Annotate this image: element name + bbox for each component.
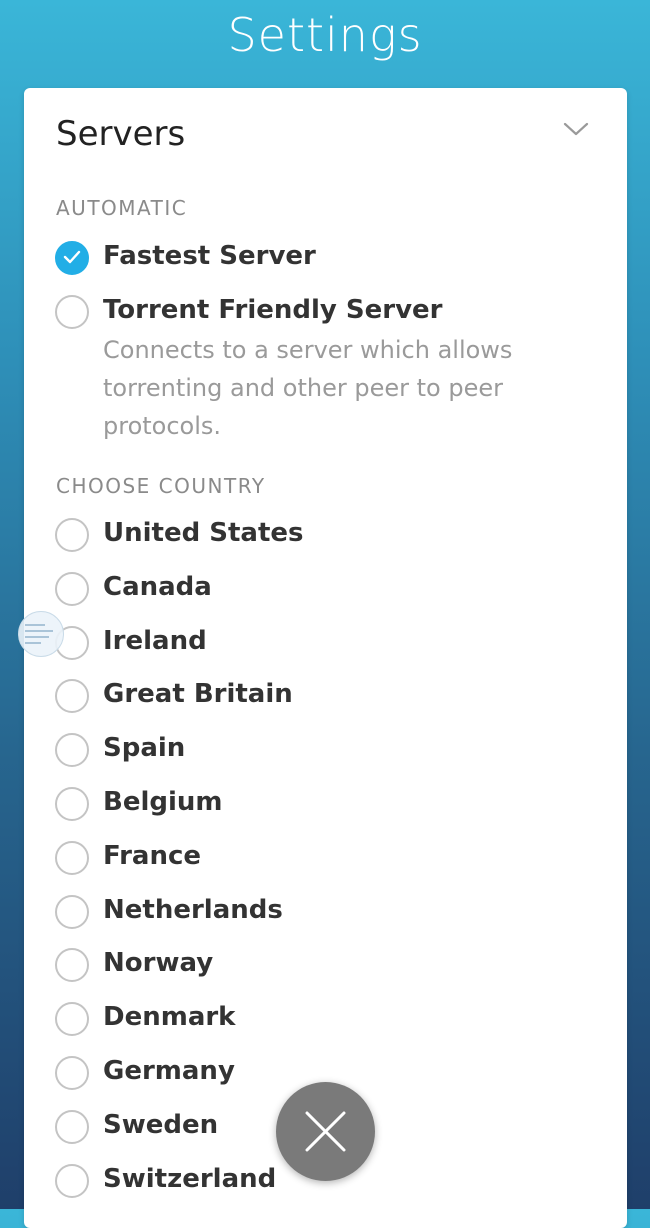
country-label: Great Britain bbox=[103, 679, 293, 710]
radio-great-britain[interactable] bbox=[55, 679, 89, 714]
chevron-down-icon[interactable] bbox=[563, 116, 589, 142]
country-label: Belgium bbox=[103, 786, 223, 817]
radio-sweden[interactable] bbox=[55, 1109, 89, 1144]
bubble-preview-line bbox=[25, 642, 41, 644]
country-label: Spain bbox=[103, 733, 186, 764]
country-label: Ireland bbox=[103, 625, 207, 656]
country-united-states[interactable]: United States bbox=[55, 518, 607, 572]
country-denmark[interactable]: Denmark bbox=[55, 1002, 607, 1056]
radio-denmark[interactable] bbox=[55, 1002, 89, 1037]
radio-united-states[interactable] bbox=[55, 518, 89, 552]
country-belgium[interactable]: Belgium bbox=[55, 786, 607, 841]
page-title: Settings bbox=[227, 8, 423, 62]
radio-canada[interactable] bbox=[55, 571, 89, 606]
option-label: Torrent Friendly Server bbox=[103, 295, 443, 325]
country-label: Denmark bbox=[103, 1002, 236, 1033]
servers-card-header[interactable]: Servers bbox=[56, 112, 597, 156]
close-button[interactable] bbox=[276, 1082, 375, 1181]
country-label: France bbox=[103, 840, 202, 871]
country-label: United States bbox=[103, 518, 304, 548]
radio-switzerland[interactable] bbox=[55, 1163, 89, 1198]
option-label: Fastest Server bbox=[103, 241, 316, 271]
radio-torrent-friendly-server[interactable] bbox=[55, 295, 89, 329]
radio-france[interactable] bbox=[55, 840, 89, 875]
bubble-preview-line bbox=[25, 624, 45, 626]
checkmark-icon bbox=[63, 250, 81, 264]
country-label: Switzerland bbox=[103, 1163, 277, 1194]
country-section-label: CHOOSE COUNTRY bbox=[56, 474, 266, 498]
radio-belgium[interactable] bbox=[55, 786, 89, 821]
servers-card-title: Servers bbox=[56, 114, 186, 154]
country-france[interactable]: France bbox=[55, 840, 607, 895]
close-icon bbox=[305, 1111, 346, 1152]
country-label: Norway bbox=[103, 948, 214, 979]
country-spain[interactable]: Spain bbox=[55, 733, 607, 787]
country-norway[interactable]: Norway bbox=[55, 948, 607, 1002]
bubble-preview-line bbox=[25, 636, 49, 638]
radio-spain[interactable] bbox=[55, 733, 89, 768]
country-great-britain[interactable]: Great Britain bbox=[55, 679, 607, 733]
bubble-preview-line bbox=[25, 630, 53, 632]
floating-chat-bubble[interactable] bbox=[18, 611, 64, 657]
radio-netherlands[interactable] bbox=[55, 894, 89, 929]
country-netherlands[interactable]: Netherlands bbox=[55, 894, 607, 949]
country-label: Germany bbox=[103, 1055, 235, 1086]
country-label: Canada bbox=[103, 571, 212, 602]
country-canada[interactable]: Canada bbox=[55, 571, 607, 626]
servers-card: Servers AUTOMATIC Fastest Server Torrent… bbox=[24, 88, 627, 1228]
option-description: Connects to a server which allows torren… bbox=[103, 336, 513, 440]
automatic-section-label: AUTOMATIC bbox=[56, 196, 188, 220]
radio-fastest-server[interactable] bbox=[55, 241, 89, 275]
radio-germany[interactable] bbox=[55, 1055, 89, 1090]
country-ireland[interactable]: Ireland bbox=[55, 625, 607, 680]
country-label: Netherlands bbox=[103, 894, 283, 925]
country-label: Sweden bbox=[103, 1109, 219, 1140]
radio-norway[interactable] bbox=[55, 948, 89, 983]
